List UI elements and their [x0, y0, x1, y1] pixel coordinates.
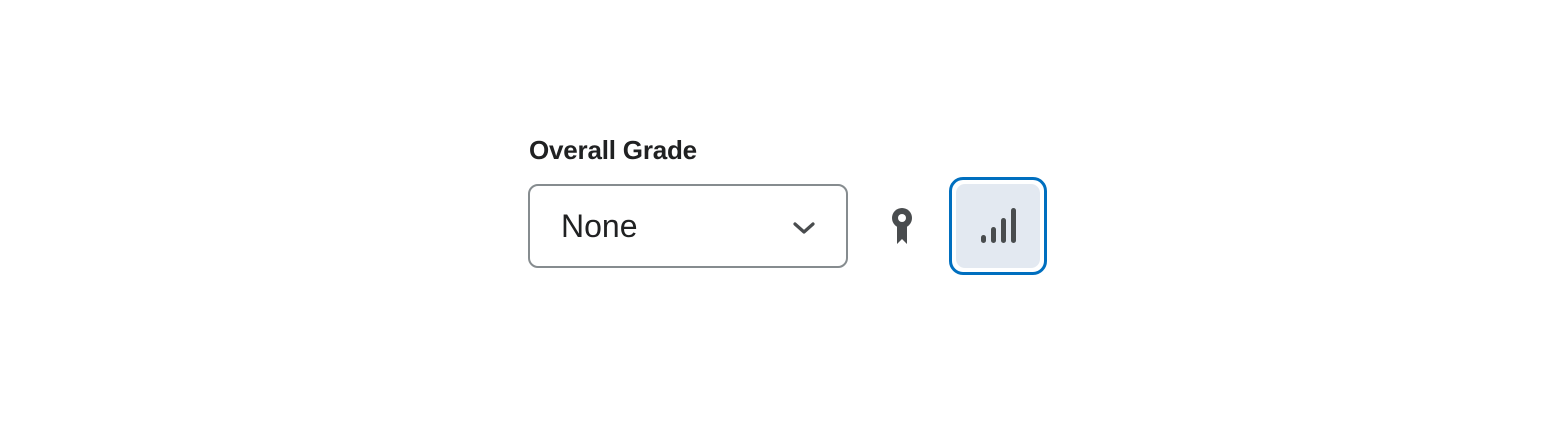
- grade-panel: Overall Grade None: [0, 0, 1568, 448]
- overall-grade-select[interactable]: None: [528, 184, 848, 268]
- award-ribbon-icon: [892, 208, 912, 244]
- chevron-down-icon: [793, 222, 815, 234]
- grade-statistics-button[interactable]: [949, 177, 1047, 275]
- bar-chart-icon: [981, 208, 1016, 243]
- overall-grade-label: Overall Grade: [529, 135, 697, 165]
- overall-grade-select-value: None: [561, 208, 638, 244]
